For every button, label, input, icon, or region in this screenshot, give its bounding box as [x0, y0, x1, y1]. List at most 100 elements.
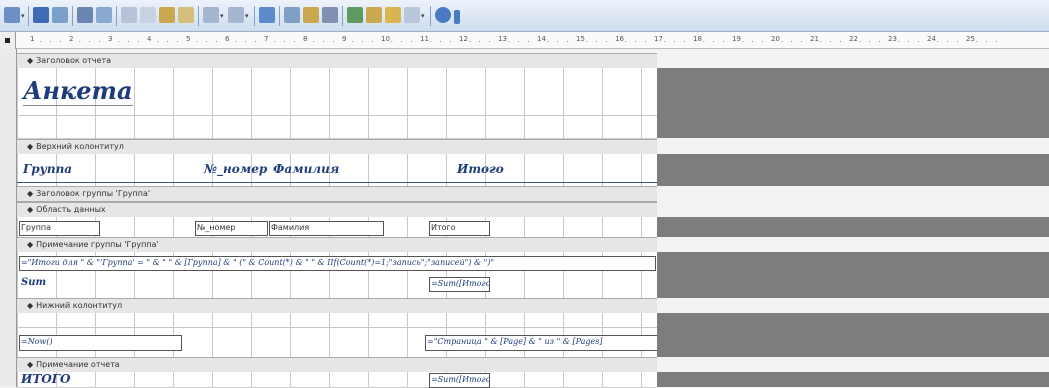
ruler-tick: · — [156, 38, 159, 46]
ruler-tick: · — [761, 38, 764, 46]
field-surname[interactable]: Фамилия — [269, 221, 384, 236]
ruler-tick: · — [595, 38, 598, 46]
build-icon[interactable] — [366, 7, 382, 23]
section-bar-page-footer[interactable]: ◆ Нижний колонтитул — [17, 298, 657, 314]
ruler-tick: · — [985, 38, 988, 46]
ruler-tick: · — [878, 38, 881, 46]
page-number-expression[interactable]: ="Страница " & [Page] & " из " & [Pages] — [425, 335, 658, 351]
ruler-number: 20 — [771, 35, 780, 43]
sum-label[interactable]: Sum — [21, 277, 46, 288]
ruler-tick: · — [293, 38, 296, 46]
ruler-number: 3 — [108, 35, 113, 43]
code-icon[interactable] — [322, 7, 338, 23]
section-bar-page-header[interactable]: ◆ Верхний колонтитул — [17, 139, 657, 155]
ruler-number: 19 — [732, 35, 741, 43]
autoformat-icon[interactable] — [303, 7, 319, 23]
ruler-tick: · — [907, 38, 910, 46]
redo-icon[interactable] — [228, 7, 244, 23]
canvas-empty-area — [657, 217, 1049, 237]
now-expression[interactable]: =Now() — [19, 335, 182, 351]
field-total[interactable]: Итого — [429, 221, 490, 236]
format-painter-icon[interactable] — [178, 7, 194, 23]
sum-total-expression[interactable]: =Sum([Итого]) — [429, 277, 490, 292]
header-label-surname[interactable]: Фамилия — [273, 162, 339, 176]
toolbar-options-icon[interactable] — [454, 10, 460, 24]
ruler-number: 4 — [147, 35, 152, 43]
ruler-tick: · — [800, 38, 803, 46]
field-number[interactable]: №_номер — [195, 221, 268, 236]
field-list-icon[interactable] — [259, 7, 275, 23]
ruler-corner[interactable] — [0, 32, 16, 49]
save-icon[interactable] — [33, 7, 49, 23]
detail-section[interactable]: Группа №_номер Фамилия Итого — [17, 217, 657, 238]
ruler-tick: · — [98, 38, 101, 46]
ruler-tick: · — [390, 38, 393, 46]
ruler-tick: · — [312, 38, 315, 46]
view-icon[interactable] — [4, 7, 20, 23]
ruler-tick: · — [429, 38, 432, 46]
header-label-total[interactable]: Итого — [457, 162, 504, 176]
report-total-label[interactable]: ИТОГО — [21, 372, 70, 386]
cut-icon[interactable] — [121, 7, 137, 23]
section-arrow-icon: ◆ — [27, 240, 34, 249]
section-arrow-icon: ◆ — [27, 360, 34, 369]
ruler-tick: · — [39, 38, 42, 46]
copy-icon[interactable] — [140, 7, 156, 23]
help-icon[interactable] — [435, 7, 451, 23]
print-icon[interactable] — [77, 7, 93, 23]
ruler-tick: · — [371, 38, 374, 46]
new-object-icon[interactable] — [404, 7, 420, 23]
ruler-tick: · — [117, 38, 120, 46]
section-bar-detail[interactable]: ◆ Область данных — [17, 202, 657, 218]
ruler-tick: · — [780, 38, 783, 46]
ruler-tick: · — [283, 38, 286, 46]
chevron-down-icon[interactable]: ▾ — [245, 13, 250, 20]
section-bar-report-header[interactable]: ◆ Заголовок отчета — [17, 53, 657, 69]
header-label-group[interactable]: Группа — [23, 162, 72, 176]
search-icon[interactable] — [52, 7, 68, 23]
section-title: Примечание группы 'Группа' — [36, 240, 159, 249]
ruler-tick: · — [507, 38, 510, 46]
section-bar-group-footer[interactable]: ◆ Примечание группы 'Группа' — [17, 237, 657, 253]
toolbar: ▾ ▾ ▾ ▾ — [0, 0, 1049, 32]
ruler-tick: · — [897, 38, 900, 46]
section-title: Примечание отчета — [36, 360, 120, 369]
ruler-tick: · — [546, 38, 549, 46]
ruler-tick: · — [195, 38, 198, 46]
header-label-number[interactable]: №_номер — [204, 162, 267, 176]
properties-icon[interactable] — [347, 7, 363, 23]
ruler-number: 1 — [30, 35, 35, 43]
report-header-section[interactable]: Анкета — [17, 68, 657, 139]
ruler-tick: · — [273, 38, 276, 46]
section-bar-group-header[interactable]: ◆ Заголовок группы 'Группа' — [17, 186, 657, 202]
chevron-down-icon[interactable]: ▾ — [21, 13, 26, 20]
toolbox-icon[interactable] — [284, 7, 300, 23]
print-preview-icon[interactable] — [96, 7, 112, 23]
ruler-tick: · — [517, 38, 520, 46]
report-total-expression[interactable]: =Sum([Итого]) — [429, 373, 490, 388]
ruler-tick: · — [332, 38, 335, 46]
field-group[interactable]: Группа — [19, 221, 100, 236]
page-footer-section[interactable]: =Now() ="Страница " & [Page] & " из " & … — [17, 313, 658, 358]
ruler-tick: · — [663, 38, 666, 46]
chevron-down-icon[interactable]: ▾ — [220, 13, 225, 20]
ruler-tick: · — [127, 38, 130, 46]
ruler-tick: · — [790, 38, 793, 46]
report-title[interactable]: Анкета — [23, 76, 133, 106]
page-header-section[interactable]: Группа №_номер Фамилия Итого — [17, 154, 657, 187]
ruler-tick: · — [78, 38, 81, 46]
ruler-number: 18 — [693, 35, 702, 43]
paste-icon[interactable] — [159, 7, 175, 23]
group-footer-section[interactable]: ="Итоги для " & "'Группа' = " & " " & [Г… — [17, 252, 657, 299]
undo-icon[interactable] — [203, 7, 219, 23]
section-selector-column[interactable] — [0, 49, 17, 387]
chevron-down-icon[interactable]: ▾ — [421, 13, 426, 20]
group-summary-expression[interactable]: ="Итоги для " & "'Группа' = " & " " & [Г… — [19, 256, 656, 271]
ruler-tick: · — [478, 38, 481, 46]
ruler-tick: · — [410, 38, 413, 46]
ruler-number: 8 — [303, 35, 308, 43]
ruler-number: 6 — [225, 35, 230, 43]
report-footer-section[interactable]: ИТОГО =Sum([Итого]) — [17, 372, 657, 388]
section-bar-report-footer[interactable]: ◆ Примечание отчета — [17, 357, 657, 373]
database-window-icon[interactable] — [385, 7, 401, 23]
